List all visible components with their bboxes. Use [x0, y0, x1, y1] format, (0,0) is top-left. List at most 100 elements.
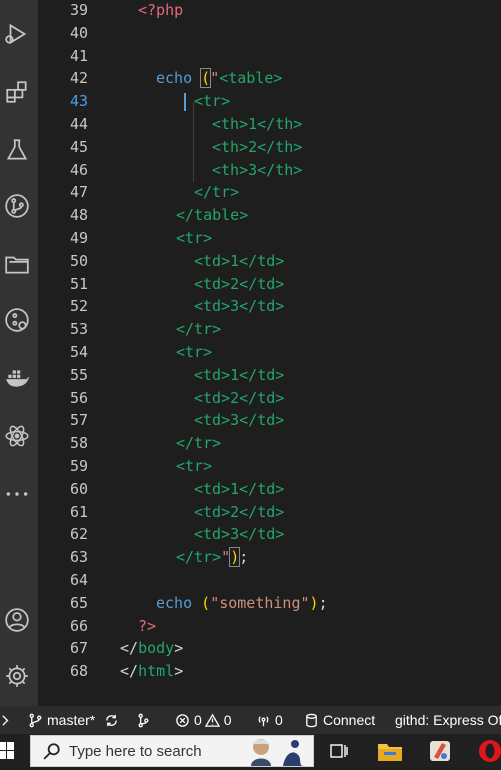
code-line[interactable]: 42 echo ("<table> — [38, 67, 501, 90]
line-number: 41 — [69, 46, 88, 65]
code-token: <th>1</th> — [212, 115, 303, 133]
code-line[interactable]: 44 <th>1</th> — [38, 113, 501, 136]
code-line[interactable]: 66 ?> — [38, 615, 501, 638]
react-icon[interactable] — [0, 414, 34, 458]
code-token: echo — [156, 593, 193, 612]
file-explorer-taskbar-icon[interactable] — [376, 739, 404, 763]
code-line[interactable]: 65 echo ("something"); — [38, 592, 501, 615]
code-line[interactable]: 63 </tr>"); — [38, 546, 501, 569]
code-line[interactable]: 46 <th>3</th> — [38, 159, 501, 182]
line-number: 61 — [69, 502, 88, 521]
ports-count: 0 — [275, 712, 283, 728]
code-line[interactable]: 53 </tr> — [38, 318, 501, 341]
code-text: <td>2</td> — [194, 273, 284, 296]
code-line[interactable]: 47 </tr> — [38, 181, 501, 204]
code-line[interactable]: 45 <th>2</th> — [38, 136, 501, 159]
line-number: 64 — [69, 571, 88, 589]
line-number: 58 — [69, 434, 88, 453]
source-control-icon[interactable] — [0, 184, 34, 228]
code-line[interactable]: 68 </html> — [38, 660, 501, 683]
error-icon — [176, 713, 189, 727]
branch-indicator[interactable]: master* — [28, 706, 95, 734]
opera-taskbar-icon[interactable] — [478, 739, 501, 763]
settings-icon[interactable] — [0, 654, 34, 698]
code-line[interactable]: 61 <td>2</td> — [38, 501, 501, 524]
branch-icon — [29, 713, 42, 727]
connect-button[interactable]: Connect — [304, 706, 375, 734]
code-text: <td>2</td> — [194, 387, 284, 410]
code-line[interactable]: 39 <?php — [38, 0, 501, 22]
code-line[interactable]: 54 <tr> — [38, 341, 501, 364]
error-count: 0 — [194, 712, 202, 728]
code-text: </tr> — [176, 318, 221, 341]
text-cursor — [184, 92, 186, 111]
run-debug-icon[interactable] — [0, 12, 34, 56]
problems-indicator[interactable]: 0 0 — [175, 706, 232, 734]
code-text: </table> — [176, 204, 248, 227]
code-text: echo ("something"); — [156, 592, 328, 615]
cortana-illustration-icon — [243, 736, 307, 766]
code-line[interactable]: 40 — [38, 22, 501, 45]
code-token: ) — [229, 547, 241, 568]
code-line[interactable]: 48 </table> — [38, 204, 501, 227]
docker-icon[interactable] — [0, 356, 34, 400]
activity-bar — [0, 0, 38, 706]
testing-icon[interactable] — [0, 128, 34, 172]
line-number: 68 — [69, 662, 88, 681]
code-token: ) — [309, 593, 319, 612]
code-line[interactable]: 49 <tr> — [38, 227, 501, 250]
line-number: 46 — [69, 160, 88, 179]
code-token: <tr> — [176, 343, 213, 361]
code-text: <tr> — [176, 227, 212, 250]
line-number: 65 — [69, 593, 88, 612]
code-token: <td>3</td> — [194, 411, 285, 430]
app-taskbar-icon[interactable] — [428, 739, 452, 763]
line-number: 50 — [69, 251, 88, 270]
search-placeholder: Type here to search — [69, 742, 202, 760]
code-token: > — [174, 639, 184, 658]
code-line[interactable]: 59 <tr> — [38, 455, 501, 478]
code-line[interactable]: 55 <td>1</td> — [38, 364, 501, 387]
code-line[interactable]: 51 <td>2</td> — [38, 273, 501, 296]
line-number: 48 — [69, 206, 88, 225]
code-token: <td>2</td> — [194, 388, 285, 407]
code-line[interactable]: 60 <td>1</td> — [38, 478, 501, 501]
remote-indicator[interactable] — [0, 706, 19, 734]
code-token: <tr> — [194, 92, 231, 111]
code-line[interactable]: 57 <td>3</td> — [38, 409, 501, 432]
code-token: <th>2</th> — [212, 137, 303, 156]
extensions-icon[interactable] — [0, 70, 34, 114]
githd-status[interactable]: githd: Express Of — [395, 706, 501, 734]
code-line[interactable]: 50 <td>1</td> — [38, 250, 501, 273]
task-view-icon[interactable] — [330, 743, 348, 759]
ports-indicator[interactable]: 0 — [256, 706, 283, 734]
code-token: <th>3</th> — [212, 160, 303, 179]
taskbar-search-box[interactable]: Type here to search — [30, 735, 314, 767]
line-number: 45 — [69, 137, 88, 156]
code-editor[interactable]: 39 <?php 40 41 42 echo ("<table> 43 <tr> 44 <th>1… — [38, 0, 501, 706]
code-line[interactable]: 67 </body> — [38, 637, 501, 660]
sync-button[interactable] — [104, 706, 123, 734]
code-token: </tr> — [176, 548, 222, 567]
explorer-icon[interactable] — [0, 242, 34, 286]
code-line[interactable]: 56 <td>2</td> — [38, 387, 501, 410]
code-line[interactable]: 41 — [38, 45, 501, 68]
code-token: </ — [120, 639, 139, 658]
windows-start-icon[interactable] — [0, 742, 14, 760]
code-token: <td>2</td> — [194, 274, 285, 293]
code-text: <td>3</td> — [194, 523, 284, 546]
account-icon[interactable] — [0, 598, 34, 642]
git-graph-button[interactable] — [136, 706, 155, 734]
code-line[interactable]: 64 — [38, 569, 501, 592]
more-icon[interactable] — [0, 472, 34, 516]
remote-explorer-icon[interactable] — [0, 298, 34, 342]
code-line[interactable]: 58 </tr> — [38, 432, 501, 455]
code-token: <td>3</td> — [194, 525, 285, 544]
code-line[interactable]: 52 <td>3</td> — [38, 295, 501, 318]
line-number: 47 — [69, 183, 88, 202]
code-line[interactable]: 43 <tr> — [38, 90, 501, 113]
code-token: ; — [239, 548, 249, 567]
search-icon — [43, 743, 60, 760]
code-line[interactable]: 62 <td>3</td> — [38, 523, 501, 546]
